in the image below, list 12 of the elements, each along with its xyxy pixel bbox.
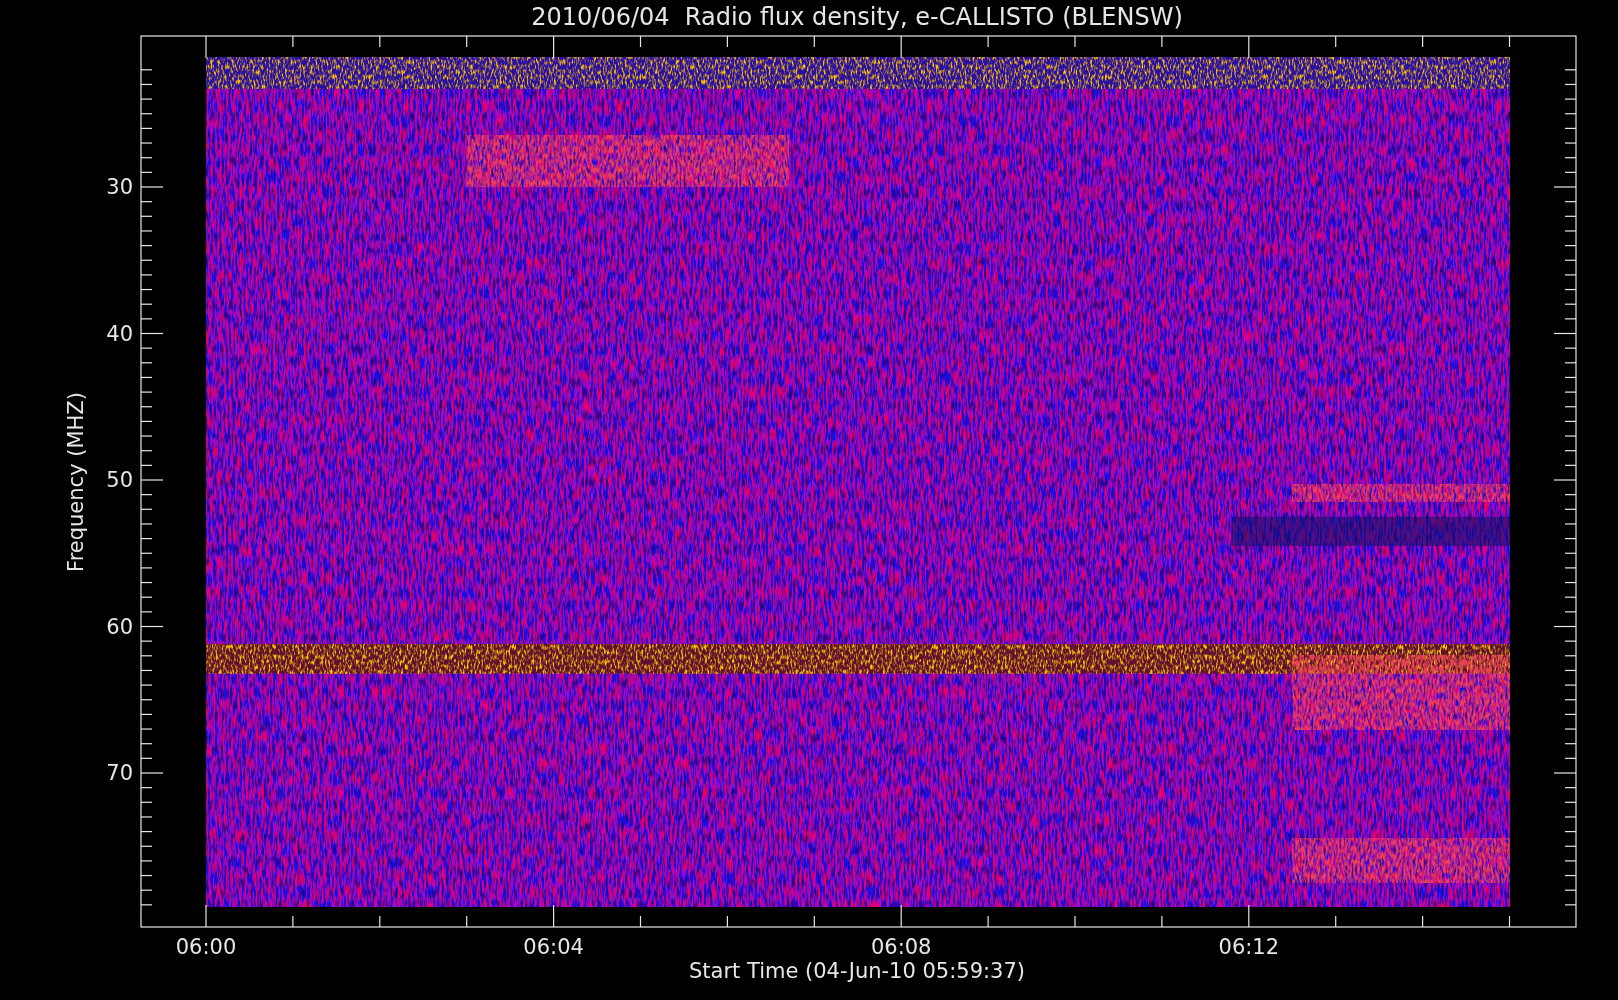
tick-label: 50: [106, 468, 133, 492]
axis-label: Start Time (04-Jun-10 05:59:37): [689, 959, 1025, 983]
axis-label: Frequency (MHZ): [64, 392, 88, 572]
tick-label: 70: [106, 761, 133, 785]
tick-label: 40: [106, 321, 133, 346]
tick-label: 06:04: [523, 935, 584, 959]
tick-label: 06:00: [175, 935, 237, 959]
tick-label: 60: [106, 614, 133, 639]
chart-title: 2010/06/04 Radio flux density, e-CALLISTO (BLENSW): [531, 3, 1183, 31]
tick-label: 30: [106, 175, 133, 199]
tick-label: 06:08: [870, 935, 932, 959]
tick-label: 06:12: [1218, 935, 1280, 959]
